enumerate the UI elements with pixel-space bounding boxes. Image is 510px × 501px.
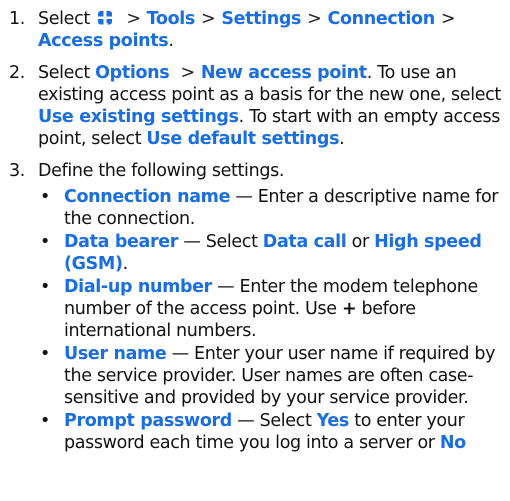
setting-connection-name: • Connection name — Enter a descriptive … bbox=[38, 186, 504, 230]
path-separator: > bbox=[440, 9, 456, 29]
menu-path-access-points: Access points bbox=[38, 31, 169, 51]
path-separator: > bbox=[126, 9, 141, 29]
option-yes: Yes bbox=[316, 411, 350, 431]
step-3: 3. Define the following settings. • Conn… bbox=[0, 160, 504, 454]
menu-path-new-access-point: New access point bbox=[200, 63, 367, 83]
step-2: 2. Select Options > New access point. To … bbox=[0, 62, 504, 150]
sentence-end: . bbox=[168, 31, 174, 51]
step-text: Select bbox=[38, 63, 90, 83]
setting-prompt-password: • Prompt password — Select Yes to enter … bbox=[38, 410, 504, 454]
steps-list: 1. Select > Tools > Settings > Connection > Acc… bbox=[0, 8, 504, 454]
path-separator: > bbox=[180, 63, 196, 83]
step-text: Define the following settings. bbox=[38, 161, 285, 181]
step-text: Select bbox=[38, 9, 90, 29]
setting-label: Prompt password bbox=[64, 411, 232, 431]
menu-key-icon bbox=[98, 11, 113, 25]
setting-label: Connection name bbox=[64, 187, 231, 207]
step-number: 2. bbox=[9, 63, 25, 83]
em-dash: — bbox=[235, 187, 253, 207]
em-dash: — bbox=[171, 344, 190, 364]
option-no: No bbox=[439, 433, 466, 453]
settings-list: • Connection name — Enter a descriptive … bbox=[38, 186, 504, 454]
step-number: 1. bbox=[9, 9, 25, 29]
setting-dial-up-number: • Dial-up number — Enter the modem telep… bbox=[38, 276, 504, 342]
menu-path-settings: Settings bbox=[221, 9, 302, 29]
setting-label: Data bearer bbox=[64, 232, 179, 252]
option-use-default-settings: Use default settings bbox=[146, 129, 340, 149]
bullet-point: • bbox=[40, 187, 50, 207]
em-dash: — bbox=[237, 411, 255, 431]
plus-sign: + bbox=[341, 299, 357, 319]
em-dash: — bbox=[217, 277, 235, 297]
menu-path-options: Options bbox=[95, 63, 170, 83]
sentence-end: . bbox=[122, 254, 129, 274]
em-dash: — bbox=[183, 232, 201, 252]
setting-data-bearer: • Data bearer — Select Data call or High… bbox=[38, 231, 504, 275]
step-1: 1. Select > Tools > Settings > Connection > Acc… bbox=[0, 8, 504, 52]
bullet-point: • bbox=[40, 344, 50, 364]
setting-description: Select bbox=[205, 232, 258, 252]
option-use-existing-settings: Use existing settings bbox=[38, 107, 239, 127]
setting-label: User name bbox=[64, 344, 167, 364]
setting-label: Dial-up number bbox=[64, 277, 212, 297]
setting-description: Select bbox=[259, 411, 312, 431]
setting-description: or bbox=[351, 232, 370, 252]
bullet-point: • bbox=[40, 411, 50, 431]
option-data-call: Data call bbox=[262, 232, 347, 252]
menu-path-tools: Tools bbox=[146, 9, 196, 29]
menu-path-connection: Connection bbox=[327, 9, 435, 29]
setting-user-name: • User name — Enter your user name if re… bbox=[38, 343, 504, 409]
bullet-point: • bbox=[40, 277, 50, 297]
path-separator: > bbox=[307, 9, 322, 29]
instructions-document: 1. Select > Tools > Settings > Connection > Acc… bbox=[0, 0, 510, 454]
sentence-end: . bbox=[339, 129, 345, 149]
bullet-point: • bbox=[40, 232, 50, 252]
step-number: 3. bbox=[9, 161, 25, 181]
path-separator: > bbox=[200, 9, 216, 29]
